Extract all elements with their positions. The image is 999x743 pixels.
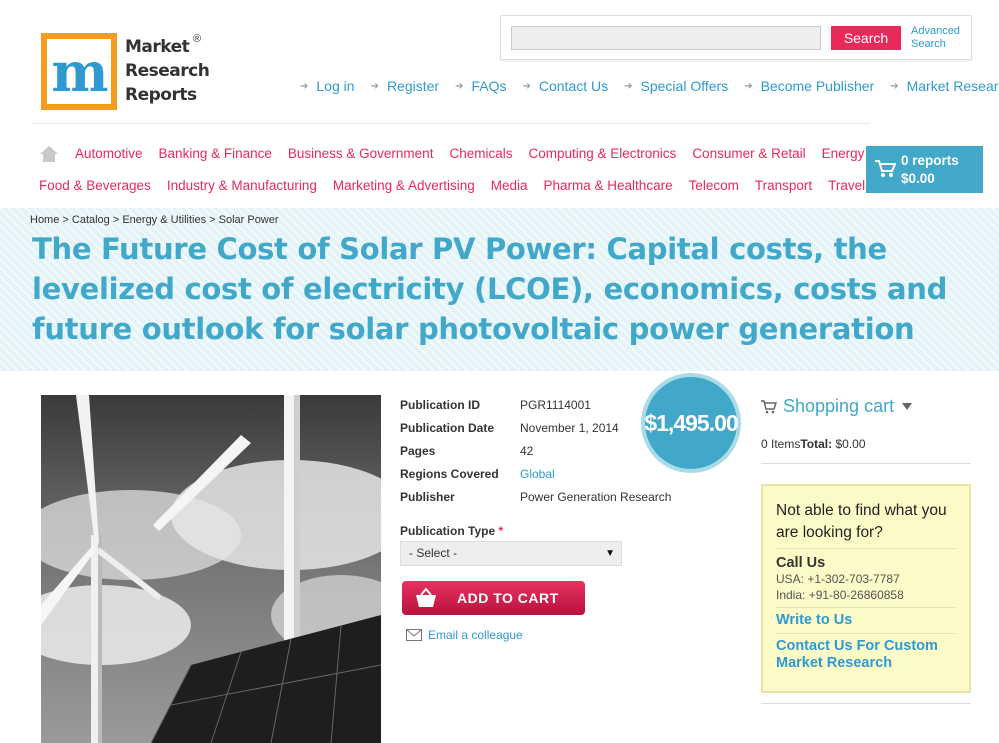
logo-letter: m <box>51 39 108 104</box>
regions-link[interactable]: Global <box>520 467 555 481</box>
cart-report-count: 0 reports <box>901 153 959 168</box>
search-input[interactable] <box>511 26 821 50</box>
nav-transport[interactable]: Transport <box>755 178 812 193</box>
sidebar-divider-bottom <box>761 703 971 704</box>
logo-mark: m <box>41 33 117 110</box>
home-icon[interactable] <box>40 146 58 162</box>
top-links: ➔ Log in ➔ Register ➔ FAQs ➔ Contact Us ➔ Spe… <box>300 78 999 94</box>
search-button[interactable]: Search <box>831 26 901 50</box>
arrow-icon: ➔ <box>370 80 379 92</box>
arrow-icon: ➔ <box>744 80 753 92</box>
header-divider <box>32 123 870 124</box>
nav-chemicals[interactable]: Chemicals <box>449 146 512 161</box>
help-question: Not able to find what you are looking fo… <box>776 500 956 549</box>
faqs-link[interactable]: ➔ FAQs <box>455 78 506 94</box>
custom-research-link[interactable]: Contact Us For Custom Market Research <box>776 638 956 672</box>
publication-type-select[interactable]: - Select - ▼ <box>400 541 622 566</box>
search-box: Search Advanced Search <box>500 15 972 60</box>
nav-telecom[interactable]: Telecom <box>689 178 739 193</box>
nav-automotive[interactable]: Automotive <box>75 146 143 161</box>
nav-pharma-healthcare[interactable]: Pharma & Healthcare <box>544 178 673 193</box>
publication-id: PGR1114001 <box>520 397 591 412</box>
nav-computing-electronics[interactable]: Computing & Electronics <box>528 146 676 161</box>
nav-banking-finance[interactable]: Banking & Finance <box>159 146 272 161</box>
publication-date: November 1, 2014 <box>520 420 619 435</box>
contact-us-link[interactable]: ➔ Contact Us <box>522 78 608 94</box>
phone-india: India: +91-80-26860858 <box>776 588 904 602</box>
product-image <box>41 395 381 743</box>
arrow-icon: ➔ <box>455 80 464 92</box>
chevron-down-icon <box>902 403 913 410</box>
registered-mark: ® <box>193 33 202 45</box>
arrow-icon: ➔ <box>522 80 531 92</box>
help-box: Not able to find what you are looking fo… <box>761 484 971 693</box>
special-offers-link[interactable]: ➔ Special Offers <box>624 78 728 94</box>
cart-summary: 0 ItemsTotal: $0.00 <box>761 437 866 451</box>
nav-food-beverages[interactable]: Food & Beverages <box>39 178 151 193</box>
publication-details: Publication ID PGR1114001 Publication Dat… <box>400 397 672 504</box>
become-publisher-link[interactable]: ➔ Become Publisher <box>744 78 874 94</box>
logo-line-3: Reports <box>125 85 197 105</box>
nav-marketing-advertising[interactable]: Marketing & Advertising <box>333 178 475 193</box>
envelope-icon <box>406 629 422 641</box>
shopping-cart-toggle[interactable]: Shopping cart <box>761 396 913 417</box>
basket-icon <box>416 587 436 607</box>
call-us-heading: Call Us <box>776 555 826 571</box>
blog-link[interactable]: ➔Market Research Blog <box>890 78 999 94</box>
nav-consumer-retail[interactable]: Consumer & Retail <box>692 146 805 161</box>
category-nav-row-2: Food & Beverages Industry & Manufacturin… <box>39 178 942 193</box>
arrow-icon: ➔ <box>890 80 899 92</box>
price-badge: $1,495.00 <box>641 373 741 473</box>
page-title: The Future Cost of Solar PV Power: Capit… <box>32 232 948 346</box>
email-colleague-link[interactable]: Email a colleague <box>406 628 523 642</box>
nav-media[interactable]: Media <box>491 178 528 193</box>
nav-industry-manufacturing[interactable]: Industry & Manufacturing <box>167 178 317 193</box>
page-count: 42 <box>520 443 534 458</box>
arrow-icon: ➔ <box>624 80 633 92</box>
logo-line-2: Research <box>125 61 210 81</box>
cart-icon <box>875 160 896 177</box>
login-link[interactable]: ➔ Log in <box>300 78 355 94</box>
site-logo[interactable]: m Market Research Reports ® <box>41 33 216 113</box>
dropdown-arrow-icon: ▼ <box>605 548 615 559</box>
phone-usa: USA: +1-302-703-7787 <box>776 572 900 586</box>
breadcrumb[interactable]: Home > Catalog > Energy & Utilities > So… <box>30 214 279 226</box>
cart-amount: $0.00 <box>901 171 935 186</box>
register-link[interactable]: ➔ Register <box>371 78 440 94</box>
publisher: Power Generation Research <box>520 489 672 504</box>
write-to-us-link[interactable]: Write to Us <box>776 612 956 629</box>
advanced-search-link[interactable]: Advanced Search <box>911 25 960 51</box>
logo-wordmark: Market Research Reports <box>125 35 210 107</box>
header-cart-button[interactable]: 0 reports $0.00 <box>866 146 983 193</box>
category-nav-row-1: Automotive Banking & Finance Business & … <box>75 146 940 161</box>
nav-business-government[interactable]: Business & Government <box>288 146 434 161</box>
sidebar-divider <box>761 463 971 464</box>
arrow-icon: ➔ <box>300 80 309 92</box>
add-to-cart-button[interactable]: ADD TO CART <box>402 581 585 615</box>
cart-icon <box>761 399 777 413</box>
publication-type-label: Publication Type * <box>400 524 504 538</box>
